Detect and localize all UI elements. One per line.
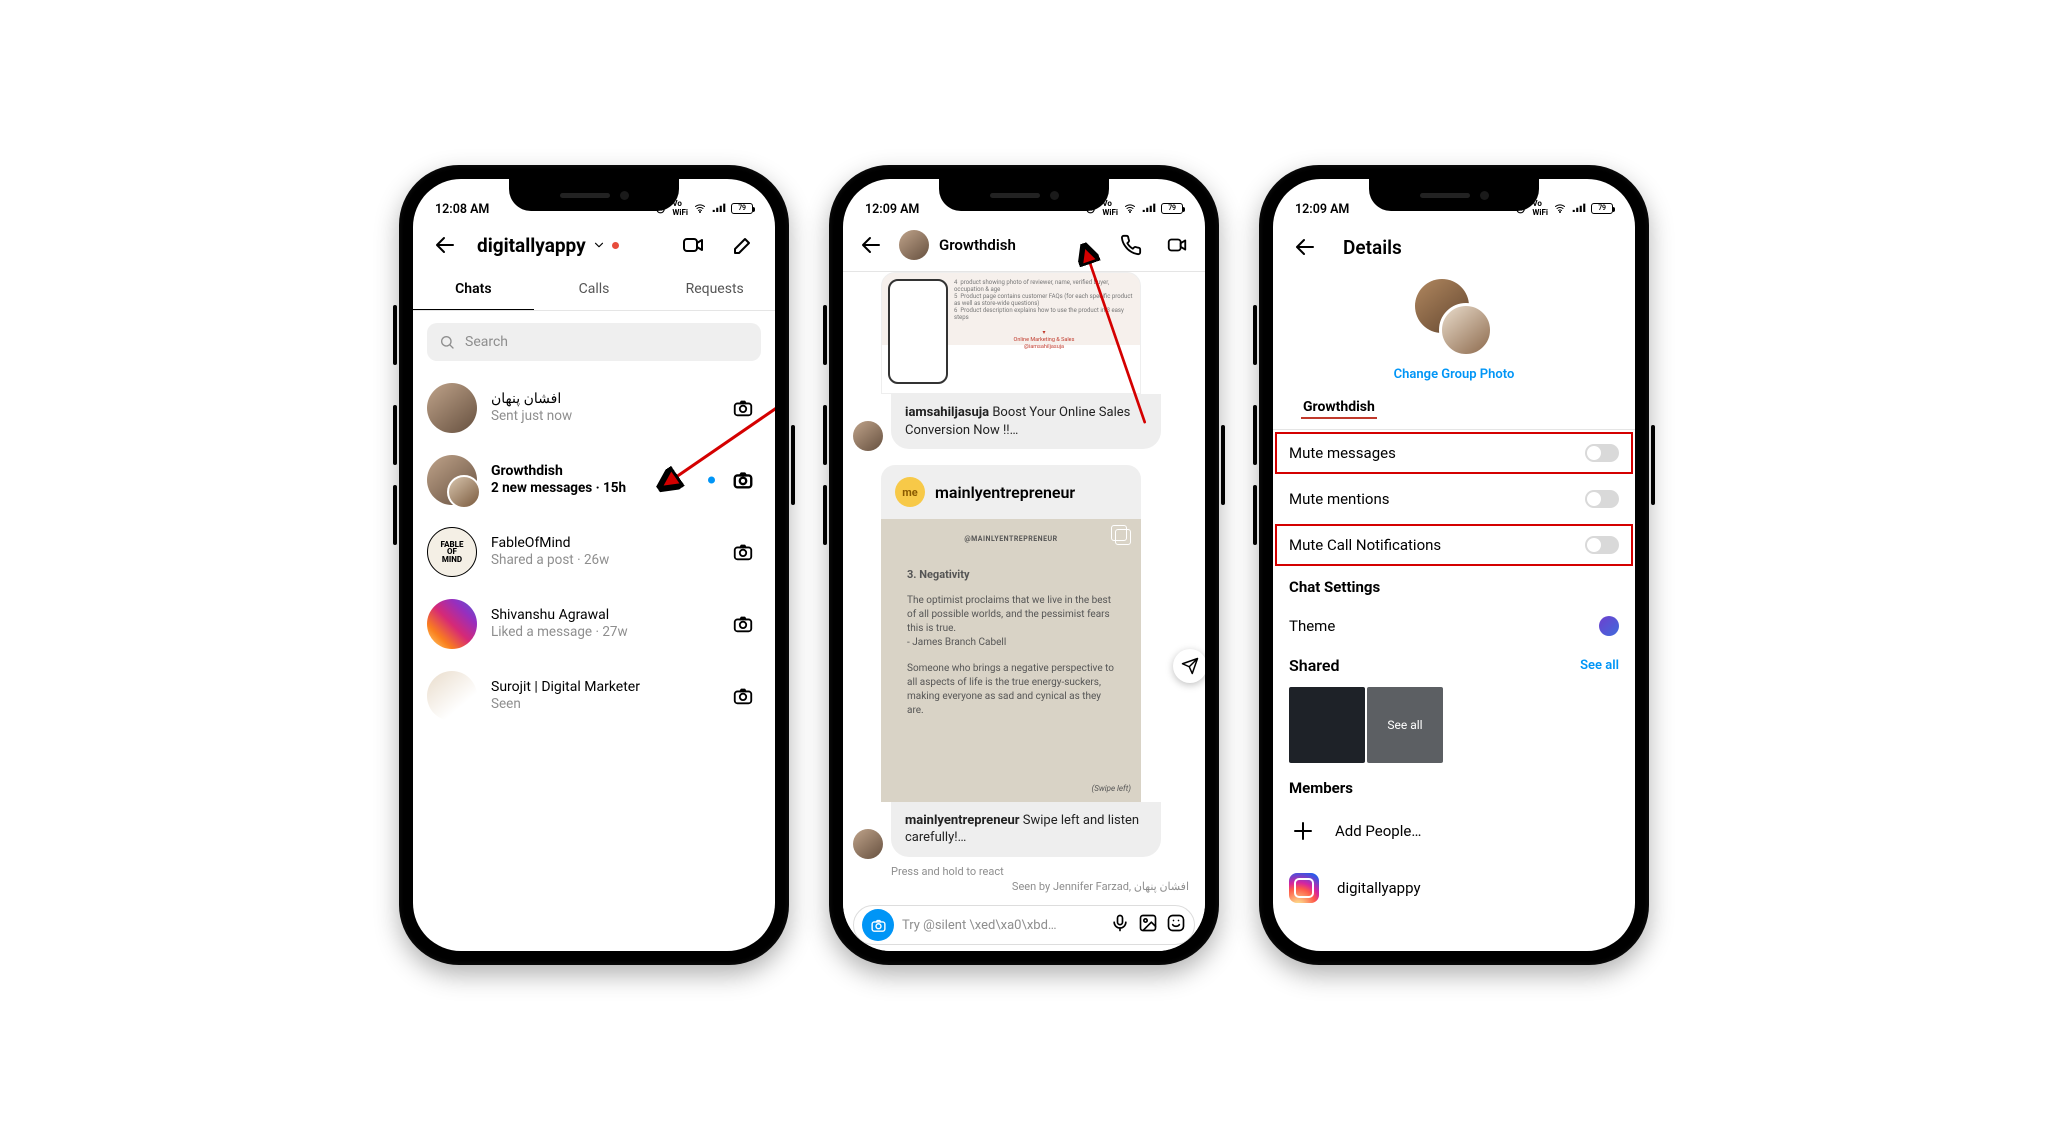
dm-header: digitallyappy <box>413 219 775 269</box>
back-icon[interactable] <box>1287 229 1323 265</box>
signal-icon <box>1142 203 1156 214</box>
section-chat-settings: Chat Settings <box>1273 568 1635 602</box>
chat-list: افشان پنهانSent just now Growthdish2 new… <box>413 373 775 731</box>
add-people[interactable]: Add People… <box>1273 803 1635 859</box>
chat-item[interactable]: FABLEOFMIND FableOfMindShared a post · 2… <box>427 517 761 587</box>
mic-icon[interactable] <box>1110 913 1130 937</box>
gallery-icon[interactable] <box>1138 913 1158 937</box>
chat-item[interactable]: Shivanshu AgrawalLiked a message · 27w <box>427 589 761 659</box>
chat-body: 4 product showing photo of reviewer, nam… <box>843 272 1205 899</box>
dm-tabs: Chats Calls Requests <box>413 269 775 311</box>
setting-mute-messages[interactable]: Mute messages <box>1273 430 1635 476</box>
chat-header: Growthdish <box>843 219 1205 272</box>
instagram-logo-icon <box>1289 873 1319 903</box>
status-time: 12:09 AM <box>865 202 919 217</box>
account-switcher[interactable]: digitallyappy <box>477 234 619 257</box>
signal-icon <box>1572 203 1586 214</box>
page-title: Details <box>1343 236 1402 259</box>
camera-icon[interactable] <box>725 462 761 498</box>
camera-button[interactable] <box>862 909 894 941</box>
share-fab[interactable] <box>1173 649 1205 683</box>
chat-avatar[interactable] <box>899 230 929 260</box>
change-group-photo[interactable]: Change Group Photo <box>1273 361 1635 396</box>
theme-swatch <box>1599 616 1619 636</box>
setting-mute-calls[interactable]: Mute Call Notifications <box>1273 522 1635 568</box>
video-call-icon[interactable] <box>675 227 711 263</box>
avatar <box>427 599 477 649</box>
message-row: mainlyentrepreneur Swipe left and listen… <box>843 802 1205 859</box>
unread-dot <box>708 477 715 484</box>
sticker-icon[interactable] <box>1166 913 1186 937</box>
avatar: FABLEOFMIND <box>427 527 477 577</box>
avatar <box>427 383 477 433</box>
group-photo[interactable] <box>1415 279 1493 357</box>
member-item[interactable]: digitallyappy <box>1273 859 1635 917</box>
back-icon[interactable] <box>427 227 463 263</box>
chat-item[interactable]: Surojit | Digital MarketerSeen <box>427 661 761 731</box>
avatar <box>427 671 477 721</box>
chat-title[interactable]: Growthdish <box>939 236 1103 254</box>
audio-call-icon[interactable] <box>1113 227 1149 263</box>
sender-avatar[interactable] <box>853 421 883 451</box>
status-time: 12:08 AM <box>435 202 489 217</box>
section-shared: Shared <box>1289 656 1340 675</box>
signal-icon <box>712 203 726 214</box>
phone-frame-3: 12:09 AM VoWiFi 79 Details Change Group … <box>1259 165 1649 965</box>
message-caption[interactable]: iamsahiljasuja Boost Your Online Sales C… <box>891 394 1161 449</box>
battery-icon: 79 <box>731 203 753 214</box>
notification-dot <box>612 242 619 249</box>
camera-icon[interactable] <box>725 390 761 426</box>
wifi-icon <box>1553 202 1567 214</box>
toggle[interactable] <box>1585 490 1619 508</box>
chat-item[interactable]: Growthdish2 new messages · 15h <box>427 445 761 515</box>
carousel-icon <box>1115 529 1131 545</box>
camera-icon[interactable] <box>725 678 761 714</box>
message-caption[interactable]: mainlyentrepreneur Swipe left and listen… <box>891 802 1161 857</box>
setting-mute-mentions[interactable]: Mute mentions <box>1273 476 1635 522</box>
wifi-icon <box>1123 202 1137 214</box>
status-time: 12:09 AM <box>1295 202 1349 217</box>
phone-frame-2: 12:09 AM VoWiFi 79 Growthdish 4 product … <box>829 165 1219 965</box>
shared-thumbnail[interactable] <box>1289 687 1365 763</box>
tab-calls[interactable]: Calls <box>534 269 655 310</box>
plus-icon <box>1289 817 1317 845</box>
message-row: iamsahiljasuja Boost Your Online Sales C… <box>843 394 1205 451</box>
battery-icon: 79 <box>1591 203 1613 214</box>
details-header: Details <box>1273 219 1635 275</box>
message-input[interactable]: Try @silent \xed\xa0\xbd… <box>853 905 1195 945</box>
sender-avatar[interactable] <box>853 829 883 859</box>
tab-requests[interactable]: Requests <box>654 269 775 310</box>
react-hint: Press and hold to react <box>843 859 1205 878</box>
search-input[interactable]: Search <box>427 323 761 361</box>
repost-image[interactable]: @MAINLYENTREPRENEUR 3. Negativity The op… <box>881 519 1141 802</box>
chat-item[interactable]: افشان پنهانSent just now <box>427 373 761 443</box>
repost-avatar: me <box>895 477 925 507</box>
group-name[interactable]: Growthdish <box>1301 397 1377 419</box>
search-icon <box>439 334 455 350</box>
camera-icon[interactable] <box>725 534 761 570</box>
phone-frame-1: 12:08 AM VoWiFi 79 digitallyappy Chats C… <box>399 165 789 965</box>
toggle[interactable] <box>1585 444 1619 462</box>
see-all-link[interactable]: See all <box>1580 658 1619 673</box>
battery-icon: 79 <box>1161 203 1183 214</box>
tab-chats[interactable]: Chats <box>413 269 534 310</box>
shared-thumbnail-see-all[interactable]: See all <box>1367 687 1443 763</box>
shared-post-image[interactable]: 4 product showing photo of reviewer, nam… <box>881 272 1141 394</box>
seen-by: Seen by Jennifer Farzad, افشان پنهان <box>843 878 1205 899</box>
chevron-down-icon <box>592 238 606 252</box>
shared-tiles: See all <box>1273 681 1635 769</box>
repost-header[interactable]: me mainlyentrepreneur <box>881 465 1141 519</box>
section-members: Members <box>1273 769 1635 803</box>
setting-theme[interactable]: Theme <box>1273 602 1635 650</box>
back-icon[interactable] <box>853 227 889 263</box>
video-call-icon[interactable] <box>1159 227 1195 263</box>
compose-bar: Try @silent \xed\xa0\xbd… <box>843 899 1205 951</box>
camera-icon[interactable] <box>725 606 761 642</box>
toggle[interactable] <box>1585 536 1619 554</box>
compose-icon[interactable] <box>725 227 761 263</box>
group-avatar <box>427 455 477 505</box>
wifi-icon <box>693 202 707 214</box>
